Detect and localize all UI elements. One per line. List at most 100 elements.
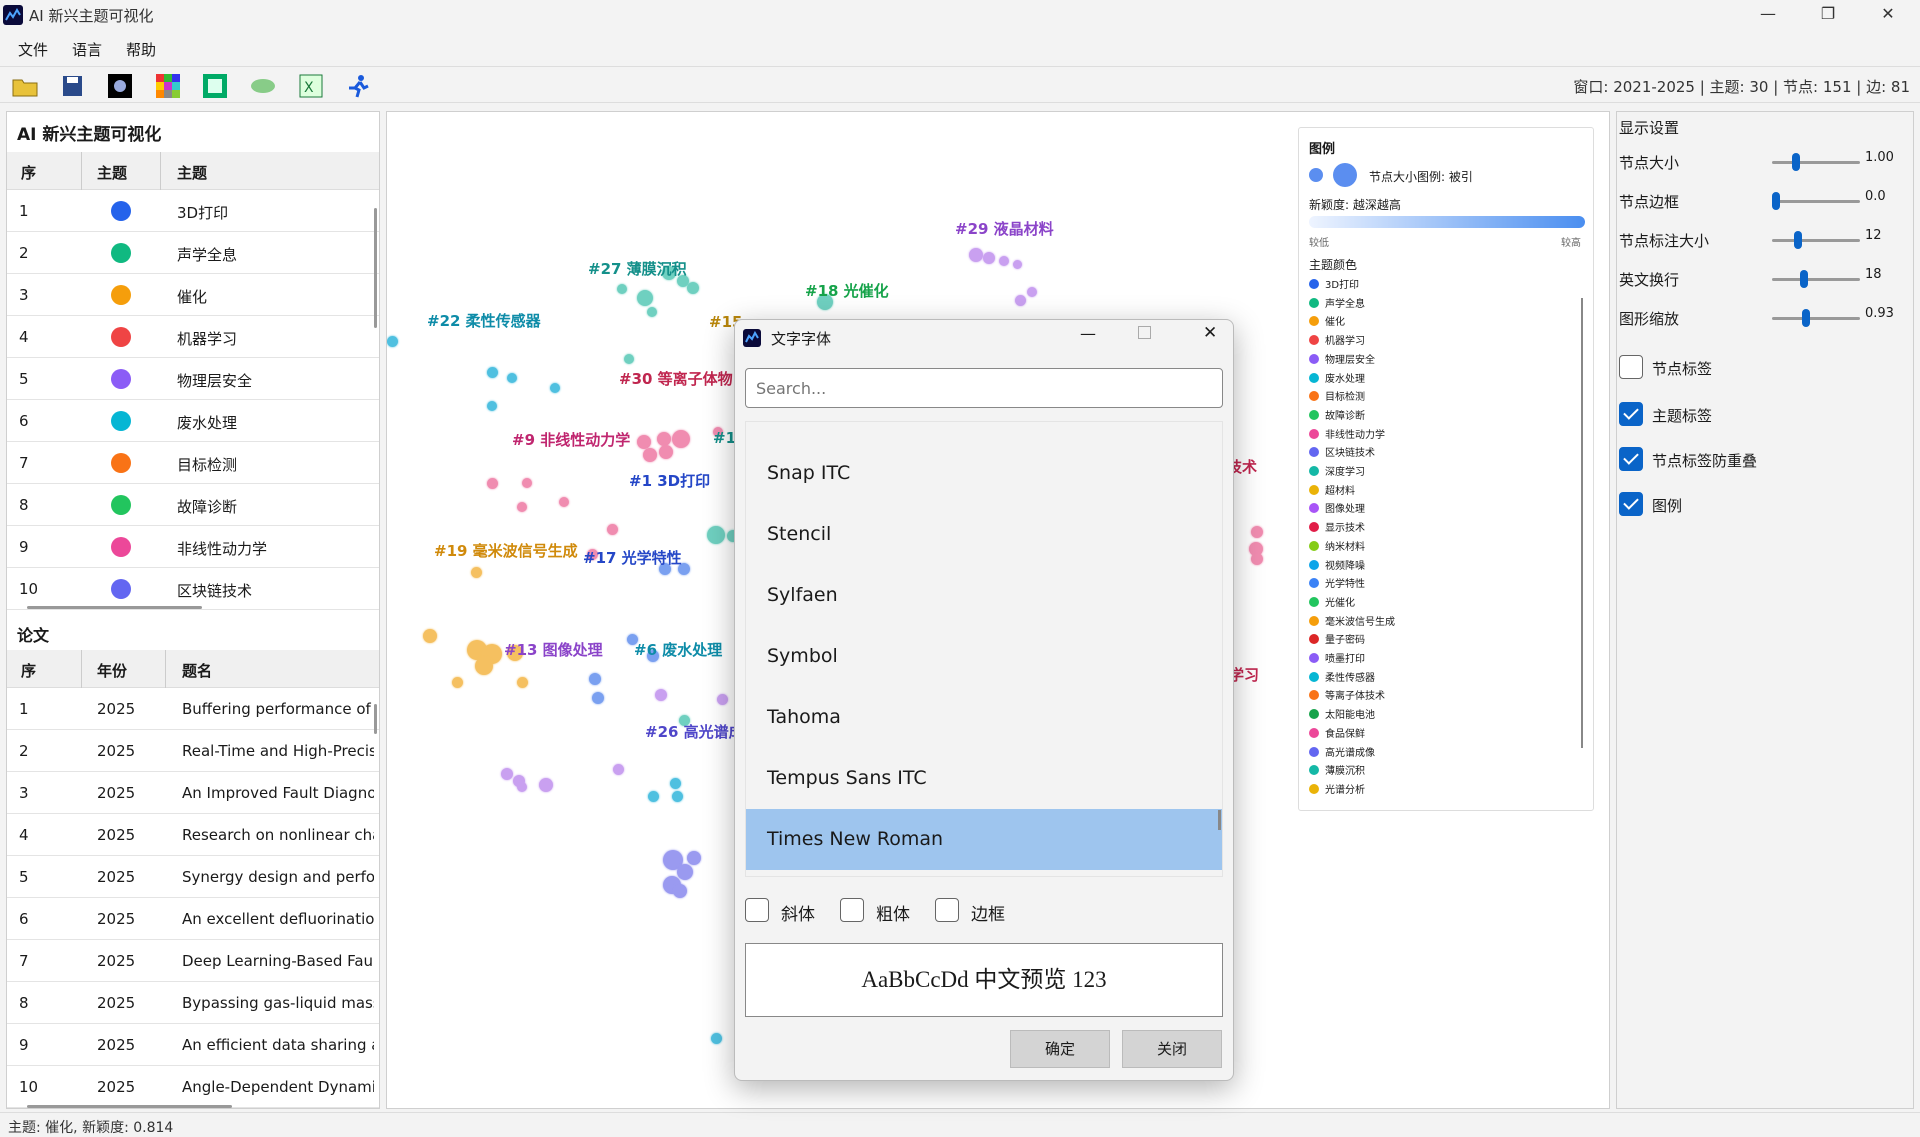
restore-button[interactable]: ❐ — [1798, 0, 1858, 30]
dialog-close-button[interactable]: 关闭 — [1122, 1030, 1222, 1068]
graph-node[interactable] — [687, 851, 701, 865]
paper-scrollbar[interactable] — [374, 704, 377, 734]
table-row[interactable]: 6 废水处理 — [7, 400, 379, 442]
setting-checkbox[interactable] — [1619, 447, 1643, 471]
graph-node[interactable] — [983, 252, 995, 264]
graph-node[interactable] — [507, 373, 517, 383]
graph-node[interactable] — [1251, 553, 1263, 565]
table-row[interactable]: 5 2025 Synergy design and perform — [7, 856, 379, 898]
graph-node[interactable] — [607, 524, 618, 535]
graph-node[interactable] — [550, 383, 560, 393]
table-row[interactable]: 9 非线性动力学 — [7, 526, 379, 568]
graph-node[interactable] — [677, 864, 693, 880]
graph-node[interactable] — [517, 677, 528, 688]
graph-node[interactable] — [487, 401, 497, 411]
font-list-item[interactable]: Times New Roman — [746, 809, 1222, 870]
graph-node[interactable] — [592, 692, 604, 704]
slider-thumb[interactable] — [1772, 192, 1780, 210]
table-row[interactable]: 1 2025 Buffering performance of 3D — [7, 688, 379, 730]
topic-label[interactable]: #18 光催化 — [805, 280, 889, 301]
graph-node[interactable] — [539, 778, 553, 792]
graph-node[interactable] — [1027, 287, 1037, 297]
graph-node[interactable] — [672, 430, 690, 448]
graph-node[interactable] — [659, 445, 673, 459]
font-list-item[interactable]: Sitka Text — [746, 422, 1222, 443]
table-row[interactable]: 1 3D打印 — [7, 190, 379, 232]
setting-checkbox[interactable] — [1619, 402, 1643, 426]
table-row[interactable]: 10 区块链技术 — [7, 568, 379, 610]
font-list-item[interactable]: Sylfaen — [746, 565, 1222, 626]
open-folder-icon[interactable] — [12, 74, 38, 98]
graph-node[interactable] — [657, 432, 671, 446]
table-row[interactable]: 4 2025 Research on nonlinear chara — [7, 814, 379, 856]
graph-node[interactable] — [670, 778, 681, 789]
dialog-maximize-button[interactable] — [1138, 326, 1151, 339]
graph-node[interactable] — [711, 1033, 722, 1044]
slider-thumb[interactable] — [1794, 231, 1803, 249]
graph-node[interactable] — [637, 435, 651, 449]
minimize-button[interactable]: — — [1738, 0, 1798, 30]
graph-node[interactable] — [589, 673, 601, 685]
table-row[interactable]: 3 催化 — [7, 274, 379, 316]
graph-node[interactable] — [1015, 295, 1026, 306]
bold-checkbox[interactable] — [840, 898, 864, 922]
graph-node[interactable] — [999, 256, 1009, 266]
run-icon[interactable] — [346, 74, 372, 98]
italic-checkbox[interactable] — [745, 898, 769, 922]
font-list-item[interactable]: Symbol — [746, 626, 1222, 687]
ok-button[interactable]: 确定 — [1010, 1030, 1110, 1068]
table-row[interactable]: 7 2025 Deep Learning-Based Fault — [7, 940, 379, 982]
topic-label[interactable]: #9 非线性动力学 — [512, 429, 630, 450]
setting-slider[interactable] — [1772, 270, 1860, 288]
graph-node[interactable] — [707, 526, 725, 544]
topic-label[interactable]: #1 — [713, 429, 736, 447]
graph-node[interactable] — [1251, 526, 1263, 538]
graph-node[interactable] — [687, 282, 699, 294]
table-row[interactable]: 2 2025 Real-Time and High-Precision — [7, 730, 379, 772]
paper-hscrollbar[interactable] — [27, 1105, 232, 1108]
graph-node[interactable] — [517, 502, 527, 512]
graph-node[interactable] — [452, 677, 463, 688]
font-list-item[interactable]: Snap ITC — [746, 443, 1222, 504]
font-list-item[interactable]: Stencil — [746, 504, 1222, 565]
setting-slider[interactable] — [1772, 309, 1860, 327]
dialog-close-icon[interactable]: ✕ — [1203, 323, 1217, 343]
topic-label[interactable]: #27 薄膜沉积 — [588, 258, 687, 279]
setting-checkbox[interactable] — [1619, 355, 1643, 379]
table-row[interactable]: 7 目标检测 — [7, 442, 379, 484]
table-row[interactable]: 4 机器学习 — [7, 316, 379, 358]
graph-node[interactable] — [387, 336, 398, 347]
setting-slider[interactable] — [1772, 231, 1860, 249]
graph-node[interactable] — [423, 629, 437, 643]
font-list[interactable]: Sitka TextSnap ITCStencilSylfaenSymbolTa… — [745, 421, 1223, 877]
setting-checkbox[interactable] — [1619, 492, 1643, 516]
topic-label[interactable]: #26 高光谱成 — [645, 721, 744, 742]
table-row[interactable]: 5 物理层安全 — [7, 358, 379, 400]
graph-node[interactable] — [522, 478, 532, 488]
graph-node[interactable] — [717, 694, 728, 705]
slider-thumb[interactable] — [1792, 153, 1800, 171]
graph-node[interactable] — [517, 782, 527, 792]
graph-node[interactable] — [559, 497, 569, 507]
setting-slider[interactable] — [1772, 153, 1860, 171]
color-palette-icon[interactable] — [155, 74, 181, 98]
graph-node[interactable] — [613, 764, 624, 775]
graph-node[interactable] — [617, 284, 627, 294]
graph-node[interactable] — [475, 657, 493, 675]
topic-label[interactable]: #1 3D打印 — [629, 470, 710, 491]
graph-node[interactable] — [672, 791, 683, 802]
excel-export-icon[interactable]: X — [298, 74, 324, 98]
table-row[interactable]: 8 故障诊断 — [7, 484, 379, 526]
table-row[interactable]: 3 2025 An Improved Fault Diagnosis — [7, 772, 379, 814]
table-row[interactable]: 2 声学全息 — [7, 232, 379, 274]
dialog-minimize-button[interactable]: — — [1080, 324, 1096, 343]
topic-label[interactable]: #17 光学特性 — [583, 547, 682, 568]
table-row[interactable]: 8 2025 Bypassing gas-liquid mass t — [7, 982, 379, 1024]
save-icon[interactable] — [60, 74, 86, 98]
graph-node[interactable] — [655, 689, 667, 701]
legend-scrollbar[interactable] — [1581, 298, 1583, 748]
border-checkbox[interactable] — [935, 898, 959, 922]
dark-background-icon[interactable] — [107, 74, 133, 98]
table-row[interactable]: 9 2025 An efficient data sharing and — [7, 1024, 379, 1066]
graph-node[interactable] — [624, 354, 634, 364]
